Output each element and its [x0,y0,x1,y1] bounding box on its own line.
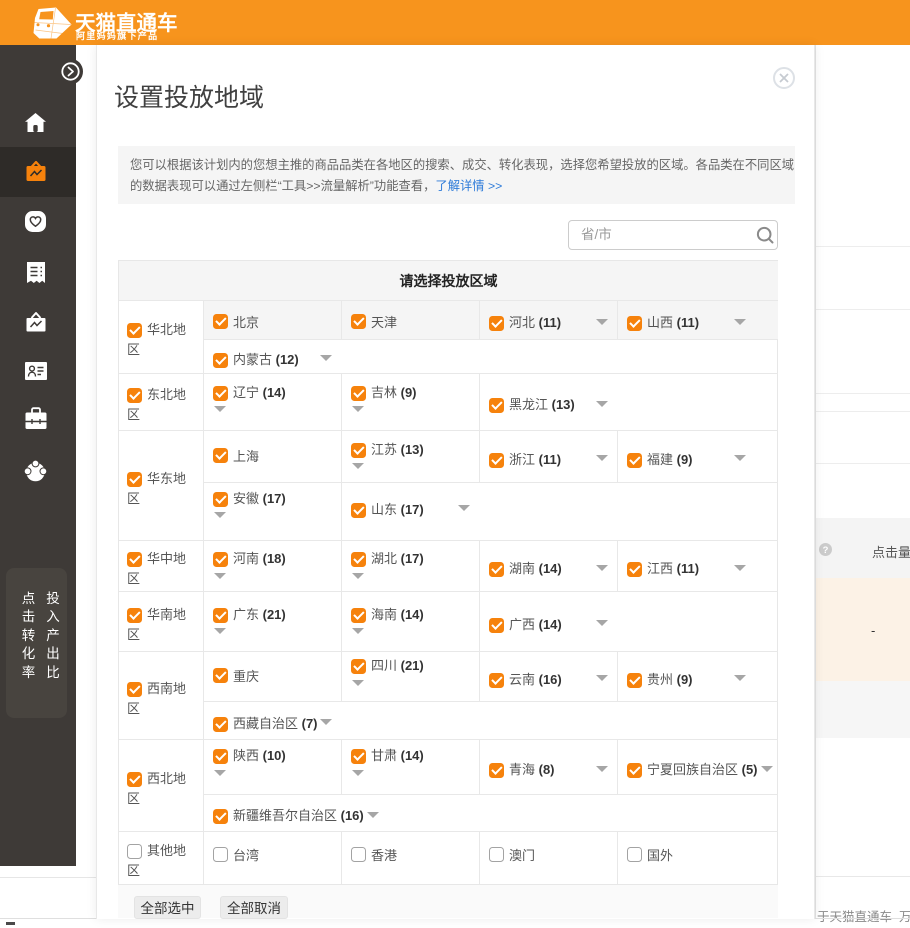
svg-text:?: ? [823,545,829,556]
